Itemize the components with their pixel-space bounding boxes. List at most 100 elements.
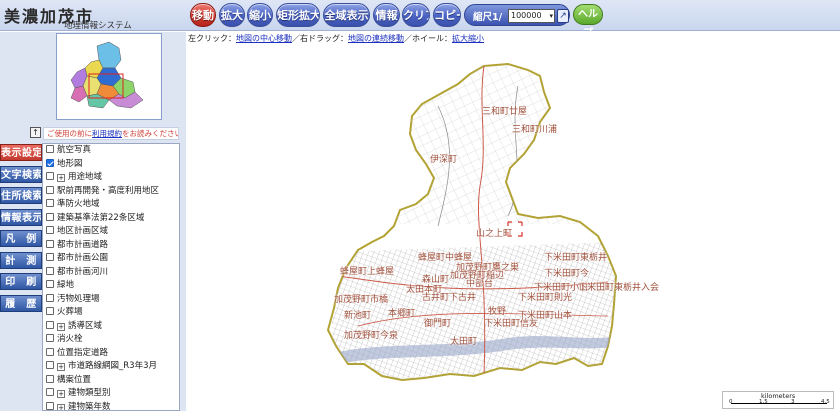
layer-checkbox[interactable] <box>46 253 54 261</box>
layer-label[interactable]: 都市計画道路 <box>57 240 108 250</box>
layer-label[interactable]: 都市計画河川 <box>57 267 108 277</box>
layer-label[interactable]: 建物築年数 <box>68 402 111 411</box>
layer-label[interactable]: 建物類型別 <box>68 388 111 398</box>
map-place-label: 加茂野町稲辺 <box>450 271 505 281</box>
map-instructions: 左クリック：地図の中心移動／右ドラッグ：地図の連続移動／ホイール：拡大縮小 <box>188 33 840 45</box>
expand-icon[interactable]: + <box>57 403 65 410</box>
app-logo[interactable]: 美濃加茂市 地理情報システム <box>4 3 182 31</box>
right-drag-link[interactable]: 地図の連続移動 <box>348 34 404 43</box>
layer-checkbox[interactable] <box>46 185 54 194</box>
map-place-label: 下米田町東栃井 <box>544 253 608 263</box>
layer-label[interactable]: 地区計画区域 <box>57 226 108 236</box>
notice-suffix: をお読みください <box>122 129 179 138</box>
map-place-label: 下米田町信友 <box>484 319 539 329</box>
clear-button[interactable]: クリア <box>402 3 430 27</box>
layer-item: 建築基準法第22条区域 <box>43 212 179 226</box>
layer-label[interactable]: 駅前再開発・高度利用地区 <box>57 186 159 196</box>
layer-item: 消火栓 <box>43 333 179 347</box>
scale-value: 100000 <box>511 11 542 20</box>
layer-label[interactable]: 都市計画公園 <box>57 253 108 263</box>
layer-item: 準防火地域 <box>43 198 179 212</box>
layer-label[interactable]: 構案位置 <box>57 375 91 385</box>
tab-print[interactable]: 印 刷 <box>0 273 42 290</box>
terms-link[interactable]: 利用規約 <box>92 129 122 138</box>
arrow-icon[interactable]: ↗ <box>557 9 569 23</box>
layer-item: 都市計画公園 <box>43 252 179 266</box>
layer-checkbox[interactable] <box>46 212 54 221</box>
tab-info-display[interactable]: 情報表示 <box>0 208 42 226</box>
layer-item: + 市道路線網図_R3年3月 <box>43 360 179 374</box>
scale-select[interactable]: 100000 ▾ <box>508 9 555 23</box>
wheel-link[interactable]: 拡大縮小 <box>452 34 484 43</box>
layer-label[interactable]: 汚物処理場 <box>57 294 100 304</box>
map-place-label: 下米田町今 <box>544 269 590 279</box>
scalebar-tick: 3 <box>791 399 795 405</box>
tab-measure[interactable]: 計 測 <box>0 251 42 269</box>
layer-checkbox[interactable] <box>46 334 54 342</box>
layer-label[interactable]: 準防火地域 <box>57 199 100 209</box>
layer-label[interactable]: 航空写真 <box>57 145 91 155</box>
expand-icon[interactable]: + <box>57 390 65 398</box>
left-click-link[interactable]: 地図の中心移動 <box>236 34 292 43</box>
map-place-label: 下米田町則光 <box>518 293 573 303</box>
layer-checkbox[interactable] <box>46 320 54 329</box>
layer-checkbox[interactable] <box>46 158 54 167</box>
header-bar: 美濃加茂市 地理情報システム 移動拡大縮小矩形拡大全域表示情報クリアコピー 縮尺… <box>0 0 840 39</box>
collapse-overview-button[interactable]: ↑ <box>30 127 41 138</box>
map-place-label: 新池町 <box>344 311 372 321</box>
layer-checkbox[interactable] <box>46 388 54 396</box>
wheel-text: ／ホイール： <box>404 34 452 43</box>
layer-checkbox[interactable] <box>46 172 54 180</box>
layer-label[interactable]: 緑地 <box>57 280 74 290</box>
copy-button[interactable]: コピー <box>433 3 461 27</box>
help-button[interactable]: ヘルプ <box>573 4 603 39</box>
map-place-label: 古井町下古井 <box>422 293 477 303</box>
layer-checkbox[interactable] <box>46 307 54 315</box>
tab-address-search[interactable]: 住所検索 <box>0 187 42 204</box>
map-canvas[interactable]: 三和町廿屋 三和町川浦 伊深町 山之上町 蜂屋町中蜂屋 加茂野町鷹之巣 蜂屋町上蜂屋 森山町太… <box>188 46 840 411</box>
layer-checkbox[interactable] <box>46 239 54 248</box>
layer-item: 地形図 <box>43 158 179 172</box>
map-place-label: 加茂野町市橋 <box>334 295 389 305</box>
full-extent-button[interactable]: 全域表示 <box>323 3 370 27</box>
rect-zoom-button[interactable]: 矩形拡大 <box>276 3 320 27</box>
layer-label[interactable]: 誘導区域 <box>68 321 102 331</box>
layer-checkbox[interactable] <box>46 266 54 275</box>
layer-checkbox[interactable] <box>46 280 54 288</box>
zoom-out-button[interactable]: 縮小 <box>247 3 273 27</box>
layer-checkbox[interactable] <box>46 199 54 207</box>
info-button[interactable]: 情報 <box>373 3 400 27</box>
scale-control: 縮尺1/ 100000 ▾ ↗ <box>464 4 570 26</box>
layer-checkbox[interactable] <box>46 401 54 410</box>
expand-icon[interactable]: + <box>57 363 65 371</box>
overview-map[interactable] <box>56 33 162 120</box>
layer-label[interactable]: 建築基準法第22条区域 <box>57 213 144 223</box>
layer-checkbox[interactable] <box>46 361 54 369</box>
layer-label[interactable]: 用途地域 <box>68 172 102 182</box>
expand-icon[interactable]: + <box>57 322 65 331</box>
layer-label[interactable]: 消火栓 <box>57 334 83 344</box>
tab-legend[interactable]: 凡 例 <box>0 230 42 247</box>
layer-label[interactable]: 位置指定道路 <box>57 348 108 358</box>
layer-checkbox[interactable] <box>46 374 54 383</box>
tab-text-search[interactable]: 文字検索 <box>0 165 42 183</box>
layer-checkbox[interactable] <box>46 347 54 356</box>
layer-list: 航空写真 地形図 + 用途地域 駅前再開発・高度利用地区 準防火地域 建築基準法第22条区域… <box>42 143 180 411</box>
scalebar-tick: 4.5 <box>821 399 830 405</box>
zoom-in-button[interactable]: 拡大 <box>219 3 245 27</box>
layer-label[interactable]: 地形図 <box>57 159 83 169</box>
layer-checkbox[interactable] <box>46 226 54 234</box>
tab-history[interactable]: 履 歴 <box>0 294 42 312</box>
expand-icon[interactable]: + <box>57 174 65 182</box>
tab-display-settings[interactable]: 表示設定 <box>0 144 42 161</box>
move-button[interactable]: 移動 <box>190 3 216 27</box>
map-place-label: 加茂野町今泉 <box>344 331 399 341</box>
notice-prefix: ご使用の前に <box>47 129 92 138</box>
layer-label[interactable]: 火葬場 <box>57 307 83 317</box>
layer-item: 汚物処理場 <box>43 293 179 307</box>
layer-checkbox[interactable] <box>46 145 54 153</box>
layer-label[interactable]: 市道路線網図_R3年3月 <box>68 361 157 371</box>
layer-checkbox[interactable] <box>46 293 54 302</box>
layer-item: 都市計画河川 <box>43 266 179 280</box>
scalebar-tick: 0 <box>729 399 733 405</box>
